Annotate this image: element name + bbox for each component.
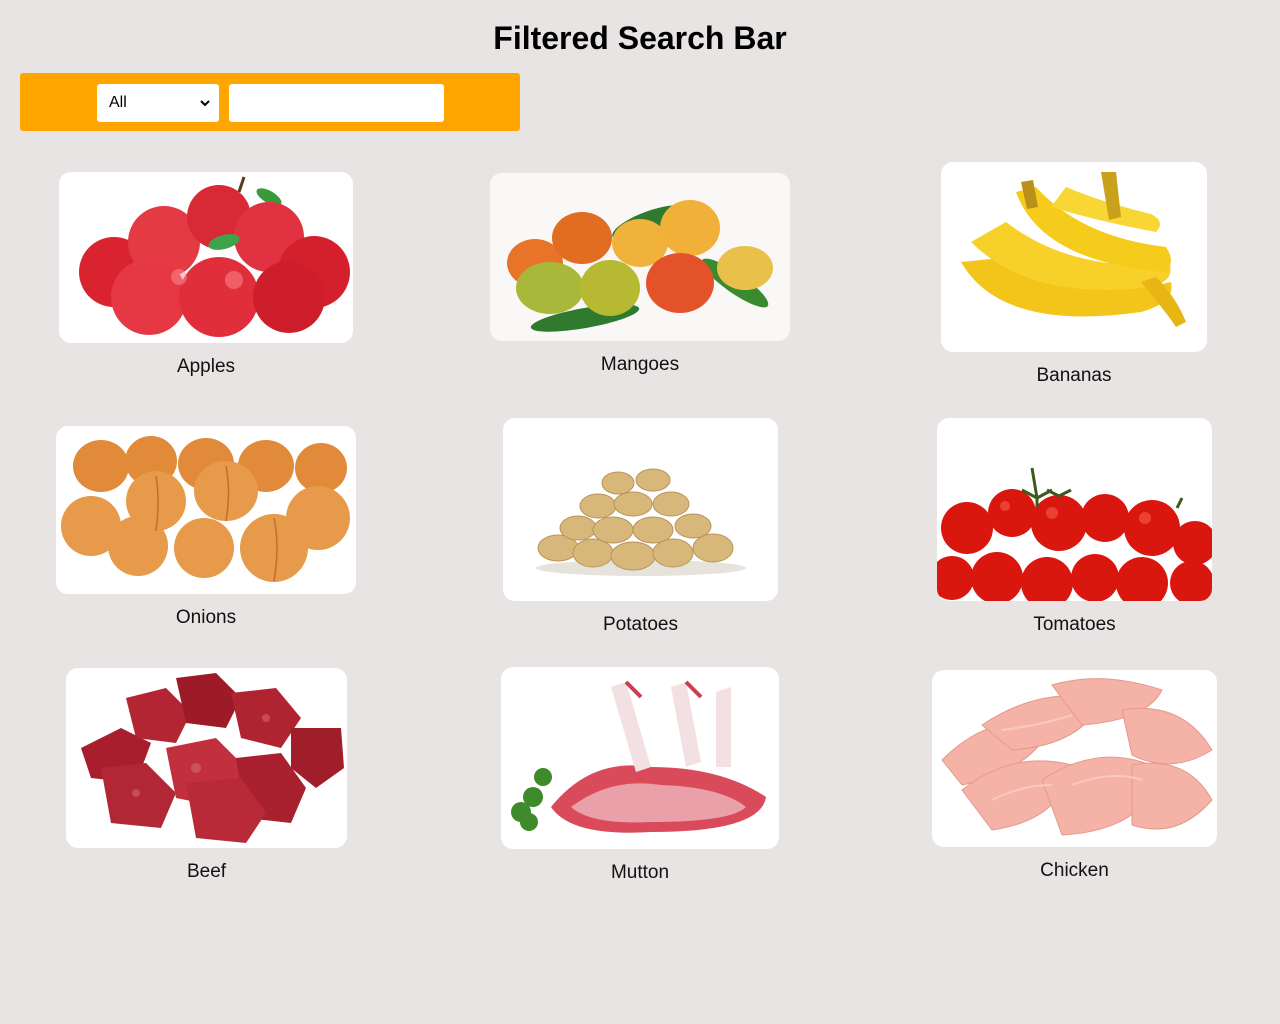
potatoes-image <box>503 418 778 601</box>
mutton-image <box>501 667 779 849</box>
product-label: Potatoes <box>603 614 678 635</box>
chicken-image <box>932 670 1217 847</box>
product-card-mutton[interactable]: Mutton <box>501 667 779 885</box>
product-label: Apples <box>176 356 236 377</box>
product-label: Beef <box>186 861 227 882</box>
tomatoes-image <box>937 418 1212 601</box>
category-select-value: All <box>109 94 127 111</box>
product-card-apples[interactable]: Apples <box>59 172 353 382</box>
beef-image <box>66 668 347 848</box>
product-label: Mangoes <box>600 354 680 375</box>
product-card-potatoes[interactable]: Potatoes <box>503 418 778 640</box>
product-label: Bananas <box>1036 365 1112 386</box>
bananas-image <box>941 162 1207 352</box>
product-label: Tomatoes <box>1033 614 1116 635</box>
product-card-mangoes[interactable]: Mangoes <box>490 173 790 383</box>
mangoes-image <box>490 173 790 341</box>
product-label: Onions <box>175 607 237 628</box>
product-card-bananas[interactable]: Bananas <box>941 162 1207 392</box>
product-label: Chicken <box>1040 860 1109 881</box>
category-select[interactable]: All <box>97 84 219 122</box>
filter-bar: All <box>20 73 520 131</box>
onions-image <box>56 426 356 594</box>
product-label: Mutton <box>610 862 670 883</box>
page-title: Filtered Search Bar <box>493 20 787 56</box>
product-card-chicken[interactable]: Chicken <box>932 670 1217 884</box>
chevron-down-icon <box>200 100 210 107</box>
product-card-tomatoes[interactable]: Tomatoes <box>937 418 1212 640</box>
product-card-beef[interactable]: Beef <box>66 668 347 886</box>
apples-image <box>59 172 353 343</box>
search-input[interactable] <box>229 84 444 122</box>
product-card-onions[interactable]: Onions <box>56 426 356 636</box>
